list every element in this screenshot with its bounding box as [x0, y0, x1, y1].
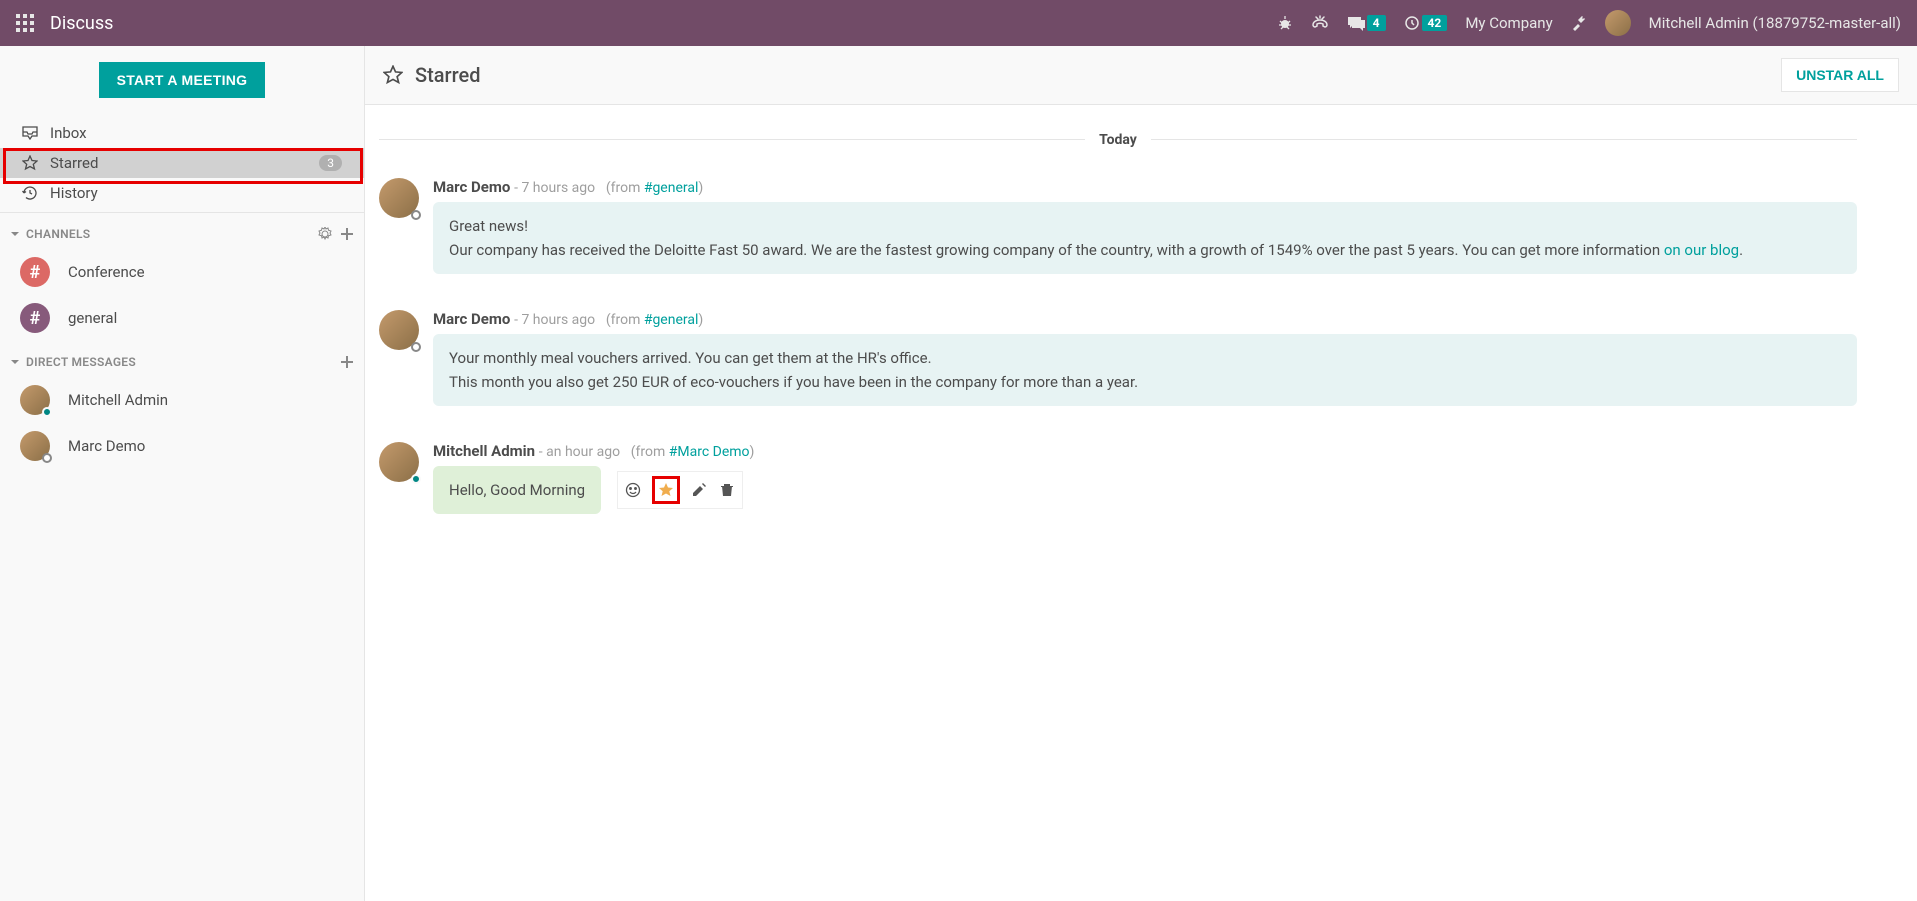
unstar-all-button[interactable]: UNSTAR ALL: [1781, 58, 1899, 92]
avatar[interactable]: [379, 310, 419, 350]
edit-icon[interactable]: [690, 481, 708, 499]
message-time: 7 hours ago: [521, 180, 595, 196]
nav-starred[interactable]: Starred 3: [0, 148, 364, 178]
channel-label: general: [68, 309, 117, 327]
presence-online: [42, 407, 52, 417]
dm-name: Marc Demo: [68, 437, 145, 455]
hash-icon: #: [20, 257, 50, 287]
tools-icon[interactable]: [1571, 15, 1587, 31]
avatar[interactable]: [379, 178, 419, 218]
star-icon[interactable]: [657, 481, 675, 499]
plus-icon[interactable]: [340, 227, 354, 241]
messages-icon[interactable]: 4: [1347, 15, 1386, 31]
nav-starred-count: 3: [319, 155, 342, 171]
user-name[interactable]: Mitchell Admin (18879752-master-all): [1649, 14, 1901, 32]
dm-marc[interactable]: Marc Demo: [0, 423, 364, 469]
apps-icon[interactable]: [16, 14, 34, 32]
chevron-down-icon: [10, 229, 20, 239]
emoji-icon[interactable]: [624, 481, 642, 499]
dm-label: DIRECT MESSAGES: [26, 355, 136, 369]
message-author[interactable]: Marc Demo: [433, 178, 510, 196]
user-avatar[interactable]: [1605, 10, 1631, 36]
company-name[interactable]: My Company: [1465, 14, 1552, 32]
date-separator: Today: [379, 129, 1857, 148]
message-actions: [617, 471, 743, 509]
nav-starred-label: Starred: [50, 154, 98, 172]
chevron-down-icon: [10, 357, 20, 367]
message: Marc Demo - 7 hours ago (from #general) …: [379, 310, 1857, 406]
nav-history-label: History: [50, 184, 98, 202]
channel-label: Conference: [68, 263, 145, 281]
clock-icon[interactable]: 42: [1404, 15, 1448, 31]
history-icon: [22, 185, 38, 201]
plus-icon[interactable]: [340, 355, 354, 369]
main: Starred UNSTAR ALL Today Marc Demo - 7 h…: [365, 46, 1917, 901]
message-from-link[interactable]: #general: [644, 180, 699, 196]
trash-icon[interactable]: [718, 481, 736, 499]
presence-offline: [411, 342, 421, 352]
sidebar: START A MEETING Inbox Starred 3 History: [0, 46, 365, 901]
dm-header[interactable]: DIRECT MESSAGES: [0, 341, 364, 377]
avatar[interactable]: [379, 442, 419, 482]
nav-inbox-label: Inbox: [50, 124, 87, 142]
message-body: Your monthly meal vouchers arrived. You …: [433, 334, 1857, 406]
channels-header[interactable]: CHANNELS: [0, 213, 364, 249]
main-header: Starred UNSTAR ALL: [365, 46, 1917, 105]
avatar: [20, 431, 50, 461]
message-time: 7 hours ago: [521, 312, 595, 328]
star-outline-icon: [22, 155, 38, 171]
dm-mitchell[interactable]: Mitchell Admin: [0, 377, 364, 423]
nav-inbox[interactable]: Inbox: [0, 118, 364, 148]
activities-badge: 42: [1422, 15, 1448, 31]
message-time: an hour ago: [546, 444, 620, 460]
nav-history[interactable]: History: [0, 178, 364, 208]
highlight-star: [652, 476, 680, 504]
avatar: [20, 385, 50, 415]
start-meeting-button[interactable]: START A MEETING: [99, 62, 266, 98]
bug-icon[interactable]: [1277, 15, 1293, 31]
message: Marc Demo - 7 hours ago (from #general) …: [379, 178, 1857, 274]
presence-online: [411, 474, 421, 484]
message-body: Hello, Good Morning: [433, 466, 601, 514]
inbox-icon: [22, 126, 38, 140]
gear-icon[interactable]: [318, 227, 332, 241]
message: Mitchell Admin - an hour ago (from #Marc…: [379, 442, 1857, 514]
phone-icon[interactable]: [1311, 15, 1329, 31]
channel-conference[interactable]: # Conference: [0, 249, 364, 295]
message-author[interactable]: Mitchell Admin: [433, 442, 535, 460]
presence-offline: [411, 210, 421, 220]
message-from-link[interactable]: #Marc Demo: [669, 444, 750, 460]
presence-offline: [42, 453, 52, 463]
topbar: Discuss 4 42 My Company Mitchell Admin (…: [0, 0, 1917, 46]
channels-label: CHANNELS: [26, 227, 90, 241]
page-title: Starred: [415, 63, 481, 87]
channel-general[interactable]: # general: [0, 295, 364, 341]
messages-badge: 4: [1367, 15, 1386, 31]
messages-list: Today Marc Demo - 7 hours ago (from #gen…: [365, 105, 1917, 901]
message-from-link[interactable]: #general: [644, 312, 699, 328]
star-outline-icon: [383, 65, 403, 85]
hash-icon: #: [20, 303, 50, 333]
message-author[interactable]: Marc Demo: [433, 310, 510, 328]
message-body: Great news! Our company has received the…: [433, 202, 1857, 274]
app-title[interactable]: Discuss: [50, 13, 113, 34]
dm-name: Mitchell Admin: [68, 391, 168, 409]
blog-link[interactable]: on our blog: [1664, 241, 1739, 259]
